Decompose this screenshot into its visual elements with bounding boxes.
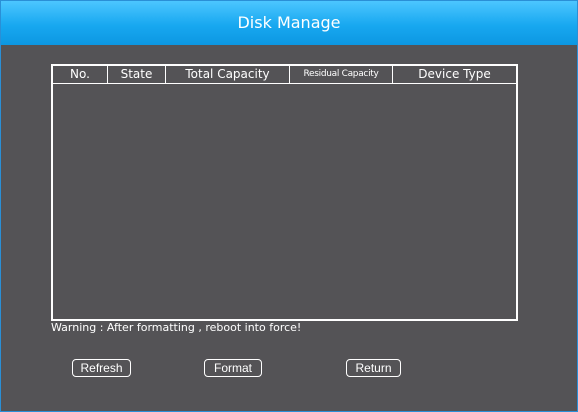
return-button[interactable]: Return [346,359,401,377]
column-header-total-capacity: Total Capacity [166,66,290,83]
disk-manage-dialog: Disk Manage No. State Total Capacity Res… [0,0,578,412]
format-warning: Warning : After formatting , reboot into… [51,321,302,334]
format-button[interactable]: Format [204,359,262,377]
refresh-button[interactable]: Refresh [72,359,131,377]
column-header-no: No. [53,66,108,83]
table-header: No. State Total Capacity Residual Capaci… [53,66,516,84]
dialog-title: Disk Manage [1,1,577,45]
column-header-device-type: Device Type [418,67,491,81]
table-body[interactable] [53,84,516,319]
column-header-state: State [108,66,166,83]
disk-table: No. State Total Capacity Residual Capaci… [51,64,518,321]
column-header-residual-capacity: Residual Capacity [290,66,393,83]
